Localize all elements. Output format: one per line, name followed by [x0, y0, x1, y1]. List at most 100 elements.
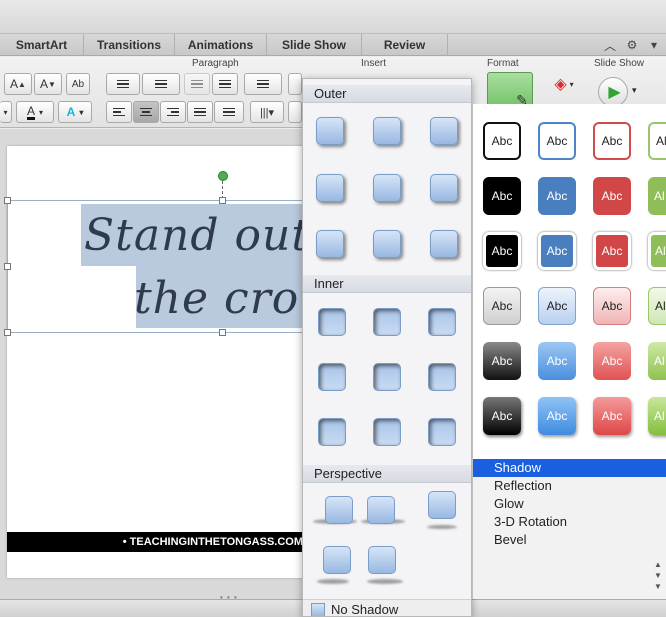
style-swatch[interactable]: Abc [593, 342, 631, 380]
menu-item-3d-rotation[interactable]: 3-D Rotation [473, 513, 666, 531]
style-swatch[interactable]: Abc [593, 287, 631, 325]
style-swatch[interactable]: Abc [483, 122, 521, 160]
text-box-button[interactable] [288, 73, 302, 95]
style-swatch[interactable]: Al [648, 342, 666, 380]
shadow-preset-outer[interactable] [430, 117, 458, 145]
shadow-preset-outer[interactable] [430, 230, 458, 258]
shadow-preset-inner[interactable] [318, 418, 346, 446]
grow-font-button[interactable]: A ▲ [4, 73, 32, 95]
collapse-ribbon-icon[interactable]: ︿ [602, 37, 618, 54]
style-swatch[interactable]: Abc [538, 287, 576, 325]
style-swatch[interactable]: Abc [483, 177, 521, 215]
align-center-button[interactable] [133, 101, 159, 123]
chevron-down-icon[interactable]: ▾ [646, 38, 662, 52]
align-left-button[interactable] [106, 101, 132, 123]
line-spacing-button[interactable] [244, 73, 282, 95]
bullets-icon [117, 79, 129, 89]
menu-item-bevel[interactable]: Bevel [473, 531, 666, 549]
shadow-preset-inner[interactable] [428, 308, 456, 336]
text-direction-button[interactable] [288, 101, 302, 123]
scroll-arrows[interactable]: ▲ ▼ ▼ [654, 559, 664, 593]
shrink-font-button[interactable]: A ▼ [34, 73, 62, 95]
distributed-button[interactable] [214, 101, 244, 123]
style-swatch[interactable]: Abc [593, 177, 631, 215]
style-swatch[interactable]: Al [648, 287, 666, 325]
tab-slide-show[interactable]: Slide Show [267, 33, 362, 56]
style-swatch[interactable]: Abc [593, 122, 631, 160]
shadow-preset-outer[interactable] [316, 230, 344, 258]
indent-icon [219, 79, 231, 89]
chevron-down-icon[interactable]: ▾ [632, 85, 637, 96]
resize-handle[interactable] [4, 329, 11, 336]
shadow-preset-inner[interactable] [373, 418, 401, 446]
bullets-button[interactable] [106, 73, 140, 95]
align-center-icon [140, 107, 152, 117]
align-right-button[interactable] [160, 101, 186, 123]
resize-handle[interactable] [219, 197, 226, 204]
section-outer: Outer [303, 85, 471, 103]
style-swatch[interactable]: Abc [483, 397, 521, 435]
numbering-button[interactable] [142, 73, 180, 95]
shadow-preset-perspective[interactable] [368, 546, 396, 574]
menu-item-shadow[interactable]: Shadow [473, 459, 666, 477]
group-label-insert: Insert [361, 58, 387, 69]
group-label-slide-show: Slide Show [594, 58, 645, 69]
font-dropdown-button[interactable]: ▾ [0, 101, 12, 123]
shadow-preset-outer[interactable] [373, 174, 401, 202]
shadow-preset-perspective[interactable] [428, 491, 456, 519]
tab-transitions[interactable]: Transitions [84, 33, 175, 56]
gear-icon[interactable]: ⚙ [624, 38, 640, 52]
shadow-preset-outer[interactable] [373, 117, 401, 145]
resize-handle[interactable] [4, 197, 11, 204]
shadow-preset-inner[interactable] [428, 363, 456, 391]
shadow-preset-perspective[interactable] [367, 496, 395, 524]
decrease-indent-button[interactable] [184, 73, 210, 95]
shadow-preset-perspective[interactable] [325, 496, 353, 524]
style-swatch[interactable]: Abc [483, 287, 521, 325]
style-swatch[interactable]: Abc [538, 177, 576, 215]
menu-item-reflection[interactable]: Reflection [473, 477, 666, 495]
resize-handle[interactable] [219, 329, 226, 336]
style-swatch[interactable]: Al [648, 122, 666, 160]
no-shadow-option[interactable]: No Shadow [303, 599, 471, 616]
columns-button[interactable]: |||▾ [250, 101, 284, 123]
style-swatch[interactable]: Al [648, 177, 666, 215]
text-effects-button[interactable]: A ▾ [58, 101, 92, 123]
increase-indent-button[interactable] [212, 73, 238, 95]
resize-handle[interactable] [4, 263, 11, 270]
resize-grip[interactable]: • • • [220, 593, 238, 602]
shadow-preset-outer[interactable] [316, 117, 344, 145]
menu-item-glow[interactable]: Glow [473, 495, 666, 513]
style-swatch[interactable]: Abc [538, 232, 576, 270]
justify-button[interactable] [187, 101, 213, 123]
style-swatch[interactable]: Abc [593, 397, 631, 435]
style-swatch[interactable]: Abc [538, 122, 576, 160]
shadow-preset-outer[interactable] [430, 174, 458, 202]
style-swatch[interactable]: Al [648, 232, 666, 270]
style-swatch[interactable]: Abc [483, 232, 521, 270]
style-swatch[interactable]: Abc [538, 397, 576, 435]
shadow-preset-inner[interactable] [428, 418, 456, 446]
slide-footer: • TEACHINGINTHETONGASS.COM [7, 532, 307, 552]
shadow-preset-inner[interactable] [373, 308, 401, 336]
spelling-button[interactable]: Ab [66, 73, 90, 95]
style-swatch[interactable]: Abc [483, 342, 521, 380]
style-swatch[interactable]: Al [648, 397, 666, 435]
shadow-preset-perspective[interactable] [323, 546, 351, 574]
font-color-button[interactable]: A ▾ [16, 101, 54, 123]
shadow-preset-inner[interactable] [318, 308, 346, 336]
shape-fill-button[interactable]: ◈ ▾ [545, 73, 583, 95]
shadow-preset-outer[interactable] [373, 230, 401, 258]
shadow-preset-inner[interactable] [373, 363, 401, 391]
play-slideshow-button[interactable]: ▶ [598, 77, 628, 107]
shape-styles-gallery: Abc Abc Abc Al Abc Abc Abc Al Abc Abc Ab… [472, 104, 666, 459]
tab-smartart[interactable]: SmartArt [0, 33, 84, 56]
rotate-handle[interactable] [218, 171, 228, 181]
tab-review[interactable]: Review [362, 33, 448, 56]
style-swatch[interactable]: Abc [593, 232, 631, 270]
outdent-icon [191, 79, 203, 89]
style-swatch[interactable]: Abc [538, 342, 576, 380]
shadow-preset-inner[interactable] [318, 363, 346, 391]
shadow-preset-outer[interactable] [316, 174, 344, 202]
tab-animations[interactable]: Animations [175, 33, 267, 56]
